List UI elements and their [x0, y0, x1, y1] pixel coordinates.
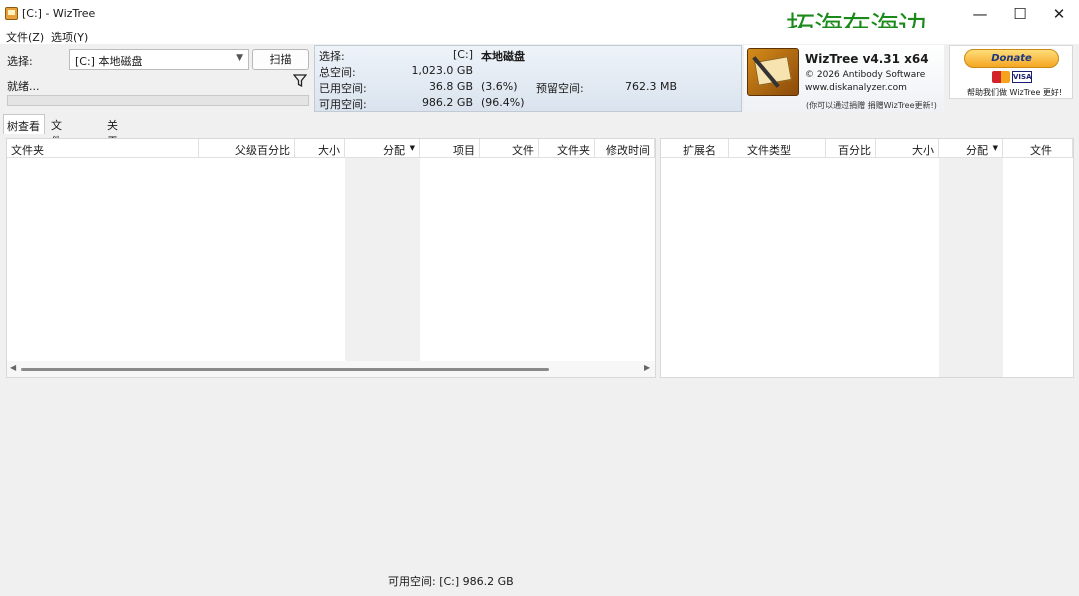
minimize-button[interactable]: — — [960, 0, 1000, 28]
horizontal-scrollbar[interactable]: ◀ ▶ — [7, 361, 655, 377]
col-ext-allocated-label: 分配 — [966, 144, 988, 157]
visa-icon: VISA — [1012, 71, 1032, 83]
used-space-label: 已用空间: — [319, 82, 367, 95]
filter-icon[interactable] — [293, 74, 307, 88]
menu-bar: 文件(Z) 选项(Y) — [0, 28, 1079, 44]
extension-table[interactable]: 扩展名 文件类型 百分比 大小 分配 ▼ 文件 — [660, 138, 1074, 378]
status-text: 就绪... — [7, 80, 40, 93]
chevron-down-icon: ▼ — [236, 53, 243, 63]
col-ext-size[interactable]: 大小 — [876, 139, 939, 158]
drive-select-value: [C:] 本地磁盘 — [75, 55, 143, 68]
tab-file-view[interactable]: 文件查看 — [48, 114, 65, 180]
reserved-space-label: 预留空间: — [536, 82, 584, 95]
scan-button[interactable]: 扫描 — [252, 49, 309, 70]
col-size[interactable]: 大小 — [295, 139, 345, 158]
col-percent[interactable]: 百分比 — [826, 139, 876, 158]
window-title: [C:] - WizTree — [22, 7, 96, 20]
scan-control-panel: 选择: [C:] 本地磁盘 ▼ 扫描 就绪... — [3, 45, 312, 112]
scroll-right-icon[interactable]: ▶ — [644, 363, 650, 372]
about-panel: WizTree v4.31 x64 © 2026 Antibody Softwa… — [744, 45, 944, 112]
col-files[interactable]: 文件 — [480, 139, 539, 158]
menu-file[interactable]: 文件(Z) — [6, 29, 44, 45]
total-space-value: 1,023.0 GB — [411, 64, 473, 77]
donate-button[interactable]: Donate — [964, 49, 1059, 68]
donate-panel: Donate VISA 帮助我们做 WizTree 更好! — [949, 45, 1073, 99]
col-items[interactable]: 项目 — [420, 139, 480, 158]
drive-select[interactable]: [C:] 本地磁盘 ▼ — [69, 49, 249, 70]
status-bar: 可用空间: [C:] 986.2 GB — [0, 570, 1079, 590]
app-name: WizTree v4.31 x64 — [805, 52, 929, 66]
col-file-type[interactable]: 文件类型 — [729, 139, 826, 158]
menu-options[interactable]: 选项(Y) — [51, 29, 88, 45]
select-label: 选择: — [7, 55, 33, 68]
col-ext-allocated[interactable]: 分配 ▼ — [939, 139, 1003, 158]
drive-info-panel: 选择: [C:] 本地磁盘 总空间: 1,023.0 GB 已用空间: 36.8… — [314, 45, 742, 112]
col-ext-files[interactable]: 文件 — [1003, 139, 1073, 158]
copyright-text: © 2026 Antibody Software — [805, 70, 926, 80]
col-extension[interactable]: 扩展名 — [661, 139, 729, 158]
allocated-column-shade — [345, 158, 420, 361]
used-space-percent: (3.6%) — [481, 80, 518, 93]
ext-allocated-column-shade — [939, 158, 1003, 377]
maximize-button[interactable]: ☐ — [1000, 0, 1040, 28]
donate-note: 帮助我们做 WizTree 更好! — [967, 88, 1063, 97]
free-space-label: 可用空间: — [319, 98, 367, 111]
scrollbar-thumb[interactable] — [21, 368, 549, 371]
app-icon — [5, 7, 18, 20]
info-drive-name: 本地磁盘 — [481, 50, 525, 63]
support-note: (你可以通过捐赠 捐赠WizTree更新!) — [806, 101, 937, 110]
info-drive-code: [C:] — [453, 48, 473, 61]
wiztree-logo — [747, 48, 799, 96]
tab-about[interactable]: 关于 — [104, 114, 121, 148]
col-allocated-label: 分配 — [383, 144, 405, 157]
col-parent-percent[interactable]: 父级百分比 — [199, 139, 295, 158]
sort-desc-icon: ▼ — [992, 144, 998, 152]
info-select-label: 选择: — [319, 50, 345, 63]
status-free-space: 可用空间: [C:] 986.2 GB — [388, 575, 514, 588]
total-space-label: 总空间: — [319, 66, 356, 79]
free-space-percent: (96.4%) — [481, 96, 525, 109]
title-bar: [C:] - WizTree 拓海在海边 — ☐ ✕ — [0, 0, 1079, 44]
scroll-left-icon[interactable]: ◀ — [10, 363, 16, 372]
col-folder[interactable]: 文件夹 — [7, 139, 199, 158]
mastercard-icon — [992, 71, 1010, 83]
col-allocated[interactable]: 分配 ▼ — [345, 139, 420, 158]
reserved-space-value: 762.3 MB — [625, 80, 678, 93]
close-button[interactable]: ✕ — [1039, 0, 1079, 28]
col-folders[interactable]: 文件夹 — [539, 139, 595, 158]
used-space-value: 36.8 GB — [428, 80, 473, 93]
website-link[interactable]: www.diskanalyzer.com — [805, 83, 907, 93]
folder-tree-table[interactable]: 文件夹 父级百分比 大小 分配 ▼ 项目 文件 文件夹 修改时间 ◀ ▶ — [6, 138, 656, 378]
tab-tree-view[interactable]: 树查看 — [3, 114, 45, 134]
col-modified[interactable]: 修改时间 — [595, 139, 655, 158]
scan-progress-bar — [7, 95, 309, 106]
sort-desc-icon: ▼ — [409, 144, 415, 152]
free-space-value: 986.2 GB — [421, 96, 473, 109]
